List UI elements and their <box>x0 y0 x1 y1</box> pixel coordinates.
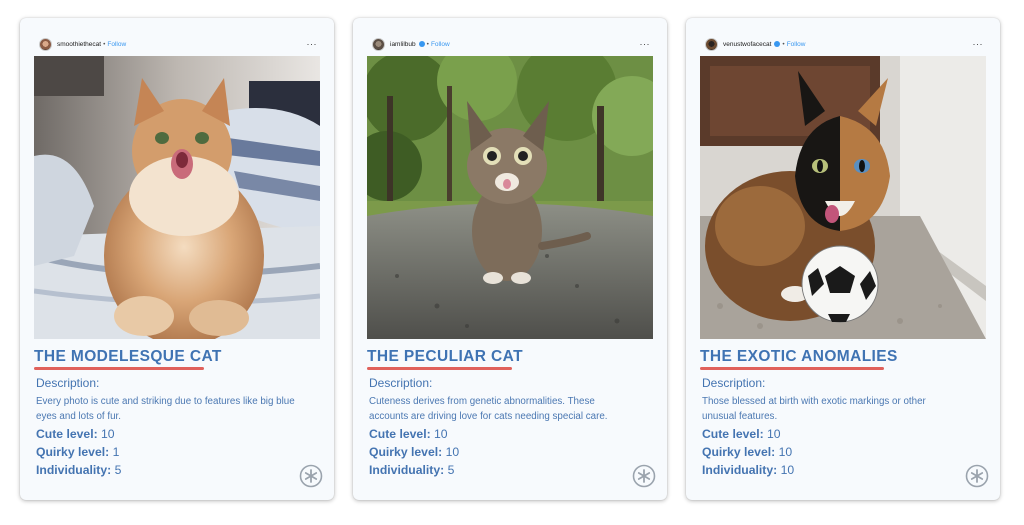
cat-photo <box>367 56 653 339</box>
more-dots-icon[interactable]: ··· <box>307 40 318 49</box>
post-header: smoothiethecat • Follow ··· <box>39 36 317 52</box>
asterisk-badge-icon <box>965 464 989 488</box>
separator-dot: • <box>103 40 106 48</box>
title-underline <box>34 367 204 370</box>
cute-level-value: 10 <box>767 427 781 441</box>
separator-dot: • <box>782 40 785 48</box>
fluffy-cat-image <box>34 56 320 339</box>
card-title: THE EXOTIC ANOMALIES <box>700 348 898 365</box>
avatar[interactable] <box>372 37 385 51</box>
individuality-label: Individuality: <box>369 463 445 477</box>
username[interactable]: smoothiethecat <box>57 41 101 48</box>
quirky-level-label: Quirky level: <box>369 445 443 459</box>
username[interactable]: iamlilbub <box>390 41 416 48</box>
quirky-level-label: Quirky level: <box>702 445 776 459</box>
cute-level-label: Cute level: <box>702 427 764 441</box>
description-label: Description: <box>369 376 433 390</box>
individuality-label: Individuality: <box>702 463 778 477</box>
more-dots-icon[interactable]: ··· <box>973 40 984 49</box>
individuality-value: 10 <box>780 463 795 477</box>
verified-badge-icon <box>774 41 781 47</box>
quirky-level: Quirky level: 1 <box>36 445 119 459</box>
follow-button[interactable]: Follow <box>787 41 806 48</box>
post-header: iamlilbub • Follow ··· <box>372 36 650 52</box>
asterisk-badge-icon <box>299 464 323 488</box>
post-header: venustwofacecat • Follow ··· <box>705 36 983 52</box>
quirky-level-value: 10 <box>445 445 460 459</box>
individuality: Individuality: 10 <box>702 463 794 477</box>
individuality: Individuality: 5 <box>369 463 454 477</box>
small-cat-on-road-image <box>367 56 653 339</box>
cute-level-value: 10 <box>101 427 115 441</box>
quirky-level: Quirky level: 10 <box>702 445 792 459</box>
title-underline <box>700 367 884 370</box>
card-title: THE MODELESQUE CAT <box>34 348 222 365</box>
cute-level: Cute level: 10 <box>702 427 781 441</box>
cute-level-label: Cute level: <box>36 427 98 441</box>
quirky-level-value: 10 <box>778 445 793 459</box>
username[interactable]: venustwofacecat <box>723 41 771 48</box>
individuality-value: 5 <box>114 463 122 477</box>
cat-card-exotic: venustwofacecat • Follow ··· THE EXOTIC … <box>686 18 1000 500</box>
quirky-level-value: 1 <box>112 445 120 459</box>
title-underline <box>367 367 512 370</box>
avatar[interactable] <box>705 37 718 51</box>
more-dots-icon[interactable]: ··· <box>640 40 651 49</box>
quirky-level-label: Quirky level: <box>36 445 110 459</box>
description-text: Every photo is cute and striking due to … <box>36 396 295 422</box>
cute-level-value: 10 <box>434 427 448 441</box>
individuality: Individuality: 5 <box>36 463 121 477</box>
follow-button[interactable]: Follow <box>431 41 450 48</box>
description-text: Those blessed at birth with exotic marki… <box>702 396 926 422</box>
cat-photo <box>34 56 320 339</box>
individuality-label: Individuality: <box>36 463 112 477</box>
description-label: Description: <box>36 376 100 390</box>
cat-card-modelesque: smoothiethecat • Follow ··· THE MODELESQ… <box>20 18 334 500</box>
cute-level-label: Cute level: <box>369 427 431 441</box>
cat-photo <box>700 56 986 339</box>
description-text: Cuteness derives from genetic abnormalit… <box>369 396 608 422</box>
asterisk-badge-icon <box>632 464 656 488</box>
cute-level: Cute level: 10 <box>369 427 448 441</box>
cat-card-peculiar: iamlilbub • Follow ··· THE PECULIAR CAT … <box>353 18 667 500</box>
verified-badge-icon <box>418 41 425 47</box>
separator-dot: • <box>426 40 429 48</box>
description-label: Description: <box>702 376 766 390</box>
individuality-value: 5 <box>447 463 455 477</box>
cute-level: Cute level: 10 <box>36 427 115 441</box>
avatar[interactable] <box>39 37 52 51</box>
two-face-cat-with-ball-image <box>700 56 986 339</box>
card-title: THE PECULIAR CAT <box>367 348 523 365</box>
follow-button[interactable]: Follow <box>107 41 126 48</box>
quirky-level: Quirky level: 10 <box>369 445 459 459</box>
